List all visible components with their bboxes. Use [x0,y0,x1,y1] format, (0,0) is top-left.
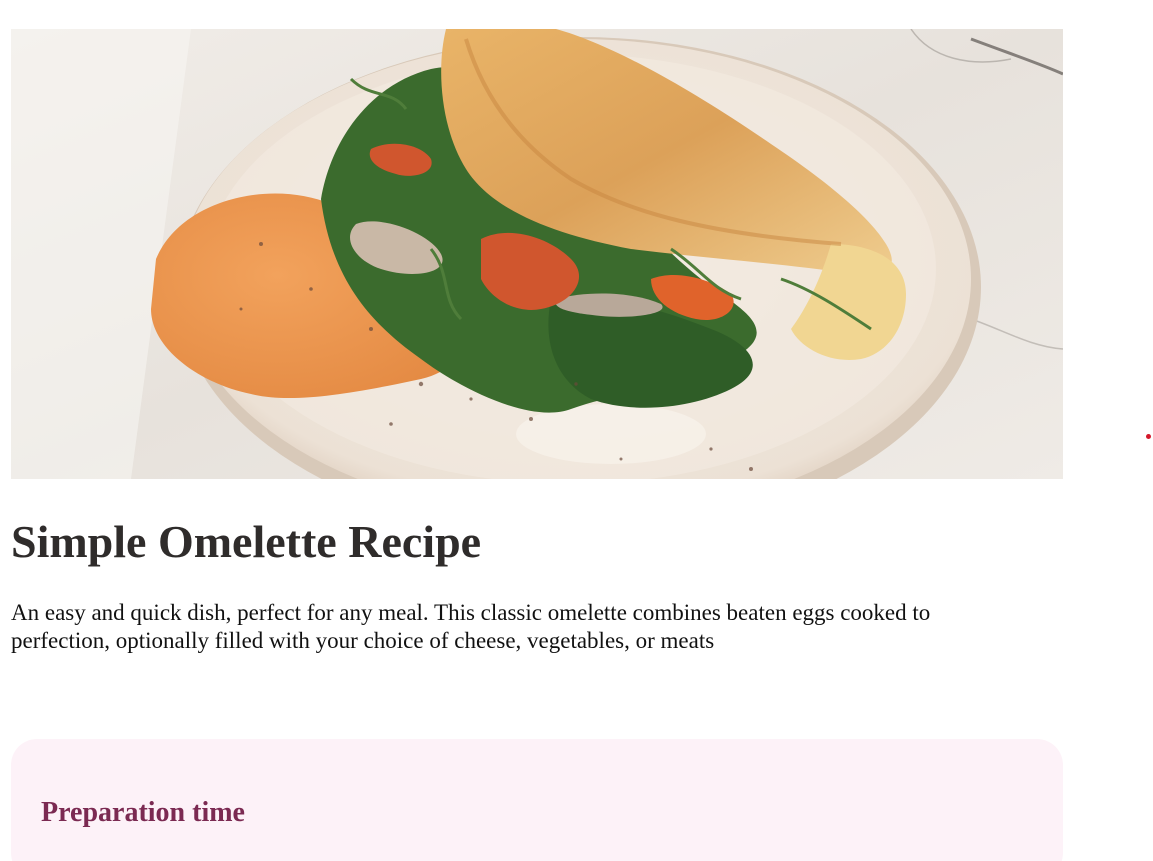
red-dot-marker [1146,434,1151,439]
hero-image [11,29,1063,479]
preparation-time-heading: Preparation time [41,797,245,828]
recipe-title: Simple Omelette Recipe [11,516,482,567]
omelette-photo [11,29,1063,479]
recipe-description: An easy and quick dish, perfect for any … [11,600,931,653]
preparation-time-card: Preparation time [11,739,1063,861]
